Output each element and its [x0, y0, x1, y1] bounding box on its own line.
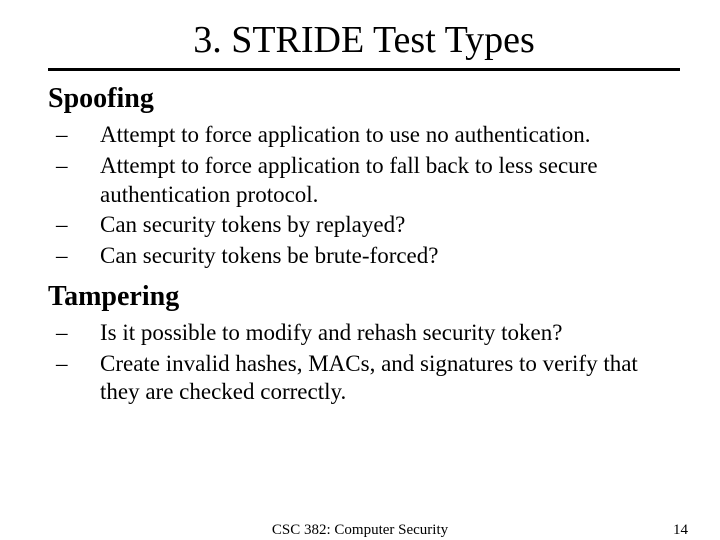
section-heading-tampering: Tampering [48, 281, 680, 313]
section-heading-spoofing: Spoofing [48, 83, 680, 115]
list-item: –Attempt to force application to use no … [100, 121, 680, 150]
list-item-text: Can security tokens be brute-forced? [100, 243, 438, 268]
list-item-text: Create invalid hashes, MACs, and signatu… [100, 351, 638, 405]
footer-course: CSC 382: Computer Security [0, 522, 720, 539]
list-item: –Create invalid hashes, MACs, and signat… [100, 350, 680, 408]
list-item-text: Attempt to force application to use no a… [100, 122, 591, 147]
bullet-list-spoofing: –Attempt to force application to use no … [48, 121, 680, 271]
title-divider [48, 68, 680, 71]
footer-page-number: 14 [673, 522, 688, 539]
list-item: –Attempt to force application to fall ba… [100, 152, 680, 210]
slide: 3. STRIDE Test Types Spoofing –Attempt t… [0, 0, 720, 540]
list-item-text: Can security tokens by replayed? [100, 212, 405, 237]
list-item: –Can security tokens by replayed? [100, 211, 680, 240]
list-item: –Can security tokens be brute-forced? [100, 242, 680, 271]
bullet-list-tampering: –Is it possible to modify and rehash sec… [48, 319, 680, 407]
list-item-text: Is it possible to modify and rehash secu… [100, 320, 562, 345]
section-tampering: Tampering –Is it possible to modify and … [48, 281, 680, 407]
list-item-text: Attempt to force application to fall bac… [100, 153, 598, 207]
section-spoofing: Spoofing –Attempt to force application t… [48, 83, 680, 271]
slide-title: 3. STRIDE Test Types [48, 18, 680, 62]
list-item: –Is it possible to modify and rehash sec… [100, 319, 680, 348]
